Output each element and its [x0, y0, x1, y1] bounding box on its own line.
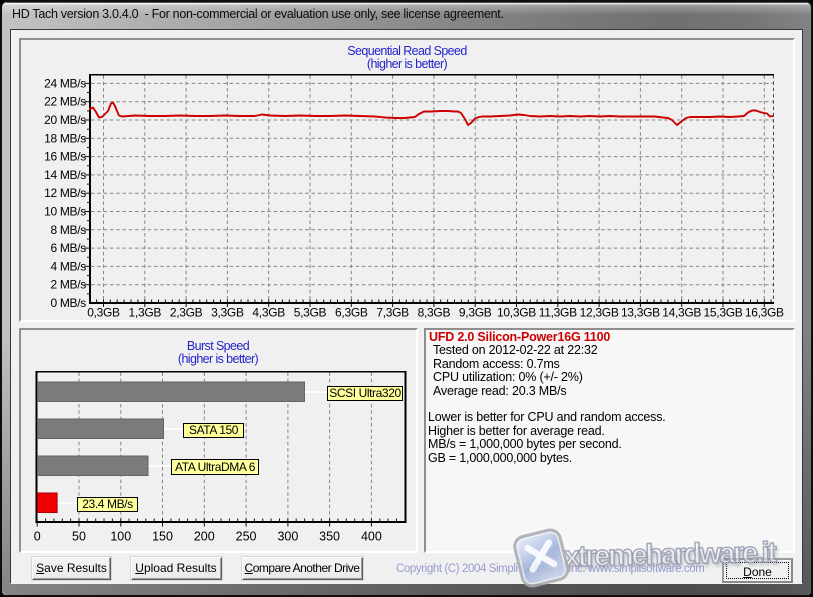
- svg-text:4,3GB: 4,3GB: [252, 306, 285, 320]
- svg-text:50: 50: [72, 530, 86, 544]
- svg-text:4 MB/s: 4 MB/s: [50, 259, 86, 273]
- svg-text:20 MB/s: 20 MB/s: [44, 113, 86, 127]
- svg-text:0,3GB: 0,3GB: [87, 306, 120, 320]
- svg-text:12 MB/s: 12 MB/s: [44, 186, 86, 200]
- svg-text:7,3GB: 7,3GB: [376, 306, 409, 320]
- svg-text:8,3GB: 8,3GB: [418, 306, 451, 320]
- svg-text:200: 200: [194, 530, 215, 544]
- svg-text:100: 100: [110, 530, 131, 544]
- svg-text:5,3GB: 5,3GB: [294, 306, 327, 320]
- svg-text:1,3GB: 1,3GB: [129, 306, 162, 320]
- svg-text:9,3GB: 9,3GB: [459, 306, 492, 320]
- svg-text:2,3GB: 2,3GB: [170, 306, 203, 320]
- svg-text:10 MB/s: 10 MB/s: [44, 205, 86, 219]
- svg-text:22 MB/s: 22 MB/s: [44, 95, 86, 109]
- svg-text:300: 300: [277, 530, 298, 544]
- svg-text:350: 350: [319, 530, 340, 544]
- svg-text:6,3GB: 6,3GB: [335, 306, 368, 320]
- svg-text:16,3GB: 16,3GB: [745, 306, 784, 320]
- svg-text:8 MB/s: 8 MB/s: [50, 223, 86, 237]
- svg-text:150: 150: [152, 530, 173, 544]
- svg-text:3,3GB: 3,3GB: [211, 306, 244, 320]
- svg-text:16 MB/s: 16 MB/s: [44, 150, 86, 164]
- svg-text:400: 400: [361, 530, 382, 544]
- svg-text:11,3GB: 11,3GB: [539, 306, 577, 320]
- svg-text:2 MB/s: 2 MB/s: [50, 278, 86, 292]
- svg-text:10,3GB: 10,3GB: [497, 306, 536, 320]
- svg-text:24 MB/s: 24 MB/s: [44, 76, 86, 90]
- svg-text:0: 0: [34, 530, 41, 544]
- svg-text:14,3GB: 14,3GB: [662, 306, 701, 320]
- svg-text:250: 250: [236, 530, 257, 544]
- svg-text:6 MB/s: 6 MB/s: [50, 241, 86, 255]
- svg-text:18 MB/s: 18 MB/s: [44, 131, 86, 145]
- svg-text:15,3GB: 15,3GB: [704, 306, 743, 320]
- svg-text:14 MB/s: 14 MB/s: [44, 168, 86, 182]
- svg-text:12,3GB: 12,3GB: [580, 306, 619, 320]
- svg-text:13,3GB: 13,3GB: [621, 306, 660, 320]
- svg-text:0 MB/s: 0 MB/s: [50, 296, 86, 310]
